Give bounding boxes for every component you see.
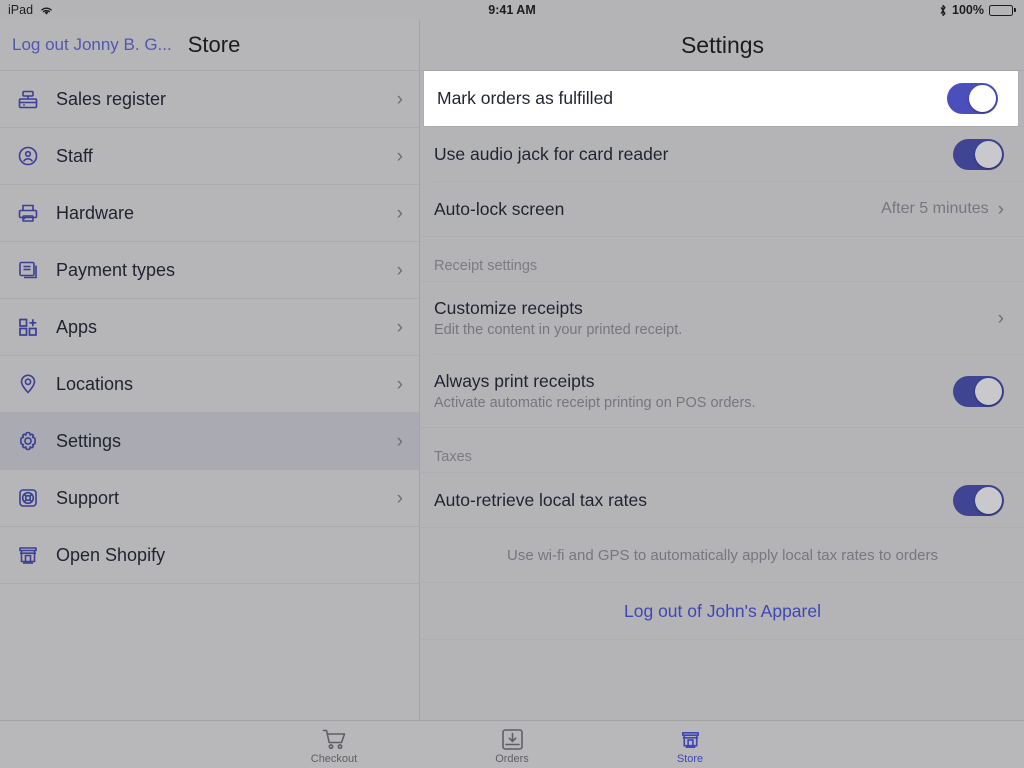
tab-label: Store (676, 752, 704, 765)
apps-grid-plus-icon (14, 313, 42, 341)
chevron-right-icon: › (997, 307, 1004, 329)
chevron-right-icon: › (396, 259, 403, 281)
taxes-footnote: Use wi-fi and GPS to automatically apply… (421, 528, 1024, 582)
sidebar-item-settings[interactable]: Settings › (0, 413, 419, 469)
battery-full-icon (989, 4, 1016, 16)
battery-percent-label: 100% (952, 3, 984, 17)
sidebar-item-label: Support (56, 487, 120, 508)
section-header-receipt-settings: Receipt settings (421, 237, 1024, 281)
tab-orders[interactable]: Orders (457, 725, 567, 765)
map-pin-icon (14, 370, 42, 398)
chevron-right-icon: › (396, 145, 403, 167)
setting-row-use-audio-jack[interactable]: Use audio jack for card reader (421, 127, 1024, 181)
sidebar-header: Log out Jonny B. G... Store (0, 20, 419, 70)
row-text-group: Auto-lock screen (434, 199, 881, 220)
row-text-group: Always print receipts Activate automatic… (434, 371, 953, 411)
sidebar-divider (0, 583, 419, 584)
sidebar: Log out Jonny B. G... Store Sales regist… (0, 20, 420, 720)
logout-store-row[interactable]: Log out of John's Apparel (421, 583, 1024, 639)
tab-checkout[interactable]: Checkout (279, 725, 389, 765)
setting-label: Use audio jack for card reader (434, 143, 669, 164)
chevron-right-icon: › (396, 316, 403, 338)
auto-lock-value: After 5 minutes (881, 200, 989, 217)
sidebar-item-sales-register[interactable]: Sales register › (0, 71, 419, 127)
gear-icon (14, 427, 42, 455)
row-text-group: Use audio jack for card reader (434, 144, 953, 165)
auto-retrieve-tax-rates-toggle[interactable] (953, 484, 1004, 516)
storefront-icon (14, 541, 42, 569)
setting-label: Mark orders as fulfilled (437, 88, 614, 108)
sidebar-item-apps[interactable]: Apps › (0, 299, 419, 355)
setting-row-auto-lock-screen[interactable]: Auto-lock screen After 5 minutes › (421, 182, 1024, 236)
shopping-cart-icon (322, 725, 347, 751)
logout-divider (421, 639, 1024, 640)
setting-sublabel: Activate automatic receipt printing on P… (434, 395, 756, 411)
sidebar-title: Store (187, 32, 241, 57)
setting-label: Auto-lock screen (434, 198, 565, 219)
status-bar: iPad 9:41 AM 100% (0, 0, 1024, 20)
chevron-right-icon: › (396, 373, 403, 395)
tab-label: Orders (495, 752, 529, 765)
payment-cards-icon (14, 256, 42, 284)
mark-orders-toggle[interactable] (947, 83, 998, 114)
setting-label: Auto-retrieve local tax rates (434, 489, 648, 510)
chevron-right-icon: › (396, 202, 403, 224)
tab-store[interactable]: Store (635, 725, 745, 765)
sidebar-item-label: Locations (56, 373, 134, 394)
row-text-group: Customize receipts Edit the content in y… (434, 298, 998, 338)
sidebar-item-label: Payment types (56, 259, 176, 280)
sidebar-item-label: Apps (56, 316, 98, 337)
sidebar-item-label: Hardware (56, 202, 135, 223)
chevron-right-icon: › (997, 198, 1004, 220)
page-title: Settings (680, 31, 765, 58)
setting-row-customize-receipts[interactable]: Customize receipts Edit the content in y… (421, 282, 1024, 354)
printer-icon (14, 199, 42, 227)
chevron-right-icon: › (396, 487, 403, 509)
storefront-icon (679, 725, 702, 751)
staff-avatar-icon (14, 142, 42, 170)
sidebar-item-label: Open Shopify (56, 544, 166, 565)
sidebar-item-support[interactable]: Support › (0, 470, 419, 526)
settings-header: Settings (421, 20, 1024, 70)
setting-label: Customize receipts (434, 298, 583, 318)
sidebar-item-open-shopify[interactable]: Open Shopify (0, 527, 419, 583)
status-bar-right: 100% (939, 3, 1016, 17)
cash-register-icon (14, 85, 42, 113)
bluetooth-icon (939, 4, 947, 17)
audio-jack-toggle[interactable] (953, 138, 1004, 170)
sidebar-item-hardware[interactable]: Hardware › (0, 185, 419, 241)
section-header-taxes: Taxes (421, 428, 1024, 472)
row-text-group: Mark orders as fulfilled (437, 88, 947, 109)
setting-row-always-print-receipts[interactable]: Always print receipts Activate automatic… (421, 355, 1024, 427)
row-text-group: Auto-retrieve local tax rates (434, 490, 953, 511)
bottom-tab-bar: Checkout Orders Store (0, 720, 1024, 768)
always-print-receipts-toggle[interactable] (953, 375, 1004, 407)
chevron-right-icon: › (396, 430, 403, 452)
sidebar-nav-list: Sales register › Staff › Hardware › Paym… (0, 71, 419, 584)
sidebar-item-locations[interactable]: Locations › (0, 356, 419, 412)
tab-label: Checkout (310, 752, 358, 765)
setting-row-auto-retrieve-tax-rates[interactable]: Auto-retrieve local tax rates (421, 473, 1024, 527)
setting-sublabel: Edit the content in your printed receipt… (434, 322, 683, 338)
sidebar-item-label: Settings (56, 430, 122, 451)
sidebar-item-staff[interactable]: Staff › (0, 128, 419, 184)
life-ring-icon (14, 484, 42, 512)
logout-store-button[interactable]: Log out of John's Apparel (624, 601, 821, 622)
orders-inbox-icon (501, 725, 524, 751)
logout-user-button[interactable]: Log out Jonny B. G... (12, 35, 172, 55)
ipad-screen: iPad 9:41 AM 100% Log out Jonny B. G... … (0, 0, 1024, 768)
setting-row-mark-orders-as-fulfilled[interactable]: Mark orders as fulfilled (424, 71, 1018, 126)
settings-panel: Settings Mark orders as fulfilled Use au… (421, 20, 1024, 720)
sidebar-item-label: Staff (56, 145, 93, 166)
setting-label: Always print receipts (434, 371, 595, 391)
chevron-right-icon: › (396, 88, 403, 110)
sidebar-item-label: Sales register (56, 88, 167, 109)
sidebar-item-payment-types[interactable]: Payment types › (0, 242, 419, 298)
status-bar-clock: 9:41 AM (488, 3, 536, 17)
